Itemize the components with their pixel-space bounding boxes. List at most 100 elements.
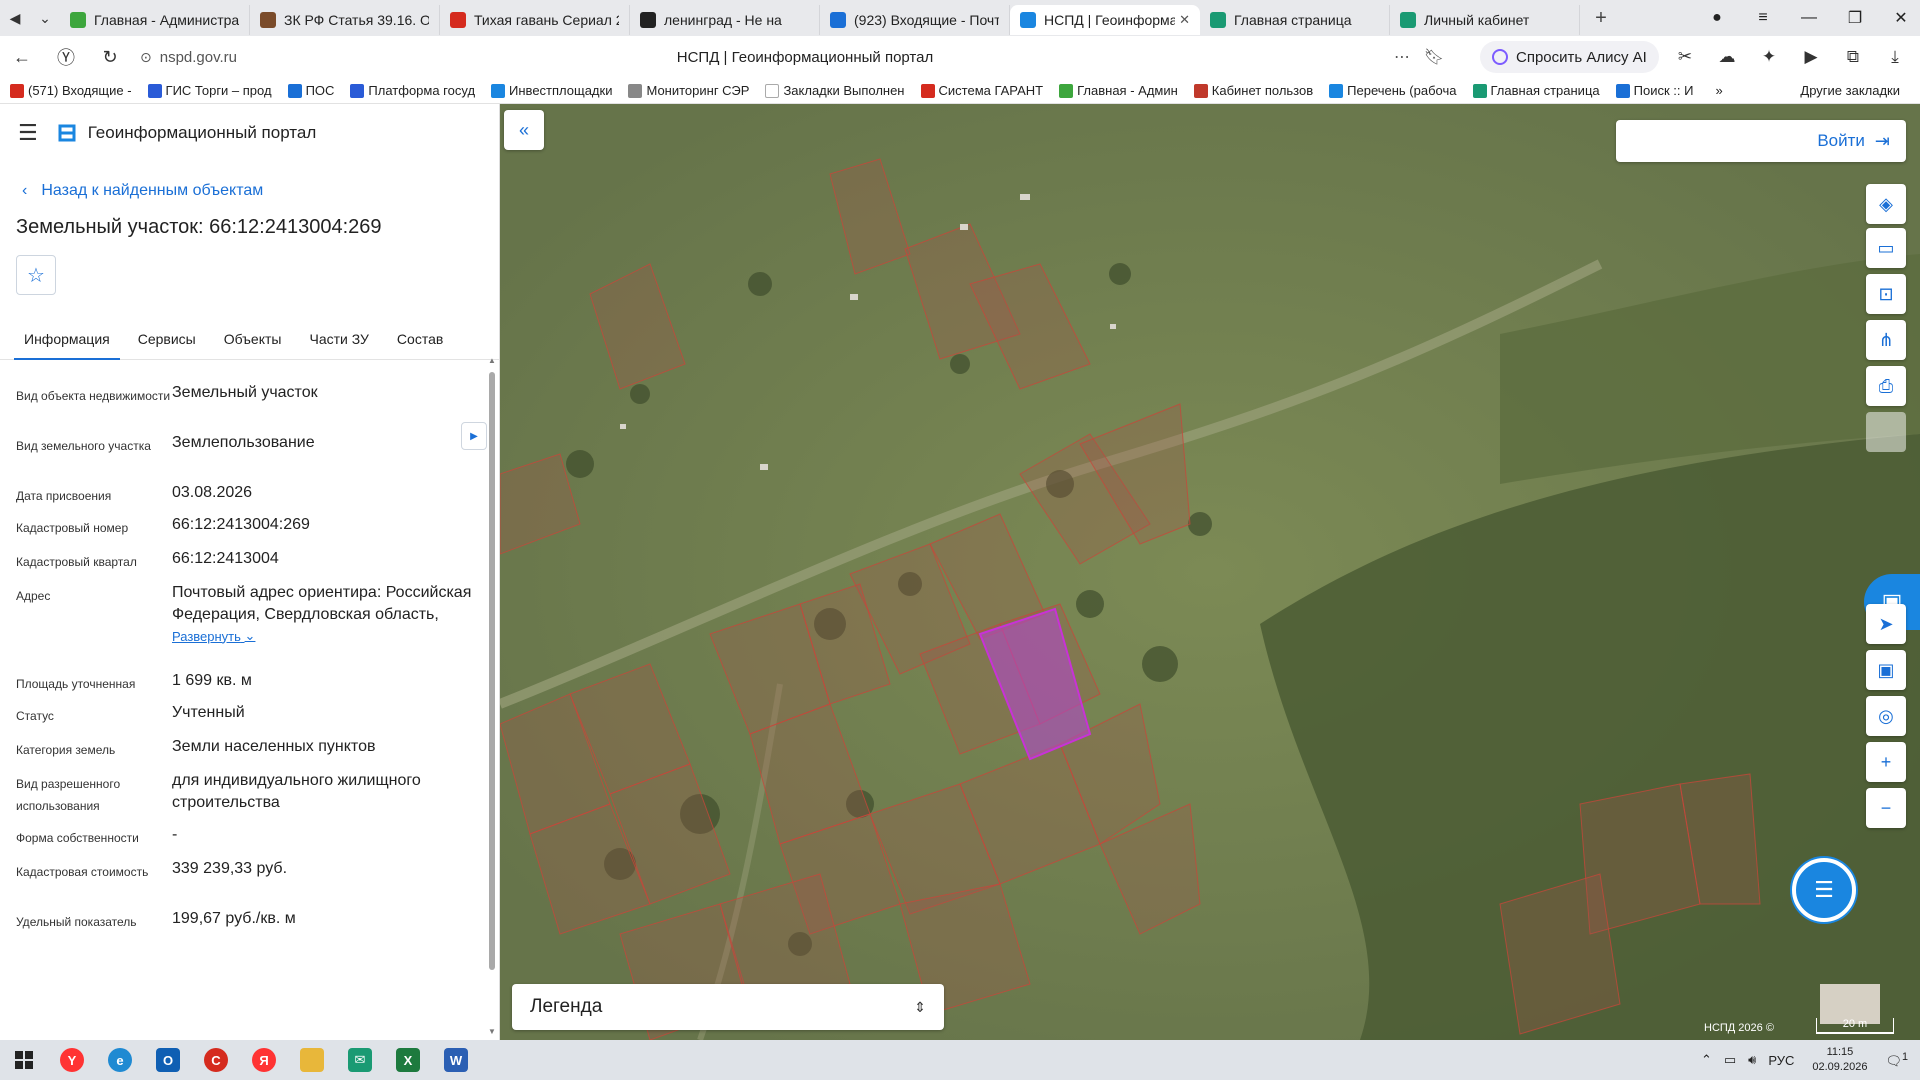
reload-icon[interactable]: ↻ bbox=[88, 37, 132, 77]
play-icon[interactable]: ▶ bbox=[1790, 42, 1832, 72]
url-field[interactable]: ⊙ nspd.gov.ru НСПД | Геоинформационный п… bbox=[140, 41, 1470, 73]
map-view[interactable]: « Войти ⇥ ◈ ▭ ⊡ ⋔ ⎙ ▣ ➤ ▣ ◎ + − ☰ Легенд… bbox=[500, 104, 1920, 1040]
close-window-icon[interactable]: ✕ bbox=[1878, 8, 1920, 28]
tab-title: Личный кабинет bbox=[1424, 12, 1530, 28]
scissors-icon[interactable]: ✂ bbox=[1664, 42, 1706, 72]
ask-alice-label: Спросить Алису AI bbox=[1516, 48, 1647, 66]
menu-icon[interactable]: ≡ bbox=[1740, 9, 1786, 27]
yandex-icon[interactable]: Ⓨ bbox=[44, 37, 88, 77]
login-label: Войти bbox=[1817, 131, 1865, 150]
bookmark-item[interactable]: Платформа госуд bbox=[350, 83, 475, 98]
zoom-out-icon[interactable]: − bbox=[1866, 788, 1906, 828]
other-bookmarks[interactable]: Другие закладки bbox=[1800, 83, 1900, 98]
minimize-icon[interactable]: — bbox=[1786, 9, 1832, 27]
panel-tab[interactable]: Сервисы bbox=[128, 331, 206, 359]
zoom-in-icon[interactable]: + bbox=[1866, 742, 1906, 782]
word-icon[interactable]: W bbox=[432, 1040, 480, 1080]
yandex-browser-icon[interactable]: Y bbox=[48, 1040, 96, 1080]
bookmarks-overflow-icon[interactable]: » bbox=[1715, 83, 1722, 98]
notifications-count: 1 bbox=[1901, 1050, 1908, 1063]
tabs-dropdown-icon[interactable]: ⌄ bbox=[30, 4, 60, 32]
browser-tab[interactable]: ЗК РФ Статья 39.16. Осн bbox=[250, 5, 440, 35]
satellite-map[interactable] bbox=[500, 104, 1920, 1040]
bookmark-item[interactable]: Инвестплощадки bbox=[491, 83, 612, 98]
panel-tab[interactable]: Состав bbox=[387, 331, 453, 359]
outlook-icon[interactable]: O bbox=[144, 1040, 192, 1080]
network-icon[interactable]: ▭ bbox=[1724, 1052, 1736, 1068]
collapse-panel-button[interactable]: « bbox=[504, 110, 544, 150]
ask-alice-button[interactable]: Спросить Алису AI bbox=[1480, 41, 1659, 73]
area-select-icon[interactable]: ⊡ bbox=[1866, 274, 1906, 314]
close-tab-icon[interactable]: ✕ bbox=[1179, 12, 1190, 28]
bookmark-item[interactable]: ПОС bbox=[287, 83, 334, 98]
portal-name: Геоинформационный портал bbox=[87, 123, 317, 142]
panel-tab[interactable]: Объекты bbox=[214, 331, 292, 359]
ruler-icon[interactable]: ▭ bbox=[1866, 228, 1906, 268]
bookmark-item[interactable]: (571) Входящие - bbox=[10, 83, 132, 98]
property-key: Площадь уточненная bbox=[16, 677, 136, 691]
sound-icon[interactable]: ◀︎ bbox=[0, 4, 30, 32]
new-tab-button[interactable]: + bbox=[1586, 3, 1616, 33]
panel-tab[interactable]: Части ЗУ bbox=[299, 331, 378, 359]
expand-address-link[interactable]: Развернуть ⌄ bbox=[172, 628, 255, 644]
cloud-icon[interactable]: ☁ bbox=[1706, 42, 1748, 72]
scrollbar[interactable]: ▲ ▼ bbox=[487, 356, 497, 1036]
back-icon[interactable]: ← bbox=[0, 37, 44, 77]
browser-tab[interactable]: Главная - Администрац bbox=[60, 5, 250, 35]
favorite-star-button[interactable]: ☆ bbox=[16, 255, 56, 295]
browser-tab[interactable]: Тихая гавань Сериал 20 bbox=[440, 5, 630, 35]
share-icon[interactable]: ⋔ bbox=[1866, 320, 1906, 360]
login-button[interactable]: Войти ⇥ bbox=[1616, 120, 1906, 162]
collections-icon[interactable]: ⧉ bbox=[1832, 42, 1874, 72]
browser-tab[interactable]: Личный кабинет bbox=[1390, 5, 1580, 35]
yandex-icon-taskbar[interactable]: Я bbox=[240, 1040, 288, 1080]
bookmark-item[interactable]: Система ГАРАНТ bbox=[920, 83, 1043, 98]
print-icon[interactable]: ⎙ bbox=[1866, 366, 1906, 406]
explorer-icon[interactable] bbox=[288, 1040, 336, 1080]
bookmark-item[interactable]: Поиск :: И bbox=[1615, 83, 1693, 98]
language-indicator[interactable]: РУС bbox=[1768, 1053, 1794, 1068]
bookmark-item[interactable]: Закладки Выполнен bbox=[765, 83, 905, 98]
locate-icon[interactable]: ➤ bbox=[1866, 604, 1906, 644]
bookmark-item[interactable]: Главная - Админ bbox=[1059, 83, 1178, 98]
notifications-icon[interactable]: 🗨︎1 bbox=[1885, 1051, 1908, 1069]
profile-icon[interactable]: ● bbox=[1694, 9, 1740, 27]
restore-icon[interactable]: ❐ bbox=[1832, 8, 1878, 28]
volume-icon[interactable]: 🔊︎ bbox=[1748, 1052, 1756, 1068]
panel-tab[interactable]: Информация bbox=[14, 331, 120, 360]
bookmark-favicon-icon bbox=[1059, 83, 1074, 98]
more-icon[interactable]: ⋯ bbox=[1394, 47, 1410, 67]
minimap-icon[interactable]: ▣ bbox=[1866, 650, 1906, 690]
puzzle-icon[interactable]: ✦ bbox=[1748, 42, 1790, 72]
search-location-icon[interactable]: ◎ bbox=[1866, 696, 1906, 736]
windows-start-icon[interactable] bbox=[0, 1040, 48, 1080]
browser-tab[interactable]: (923) Входящие - Почта bbox=[820, 5, 1010, 35]
download-icon[interactable]: ⤓ bbox=[1874, 42, 1916, 72]
bookmark-item[interactable]: Перечень (рабоча bbox=[1329, 83, 1457, 98]
c-app-icon[interactable]: C bbox=[192, 1040, 240, 1080]
scrollbar-thumb[interactable] bbox=[489, 372, 495, 970]
bookmark-label: Мониторинг СЭР bbox=[646, 83, 750, 98]
excel-icon[interactable]: X bbox=[384, 1040, 432, 1080]
bookmark-item[interactable]: Главная страница bbox=[1472, 83, 1600, 98]
clock[interactable]: 11:15 02.09.2026 bbox=[1812, 1045, 1867, 1075]
browser-tab[interactable]: ленинград - Не на bbox=[630, 5, 820, 35]
bookmark-favicon-icon bbox=[1615, 83, 1630, 98]
back-to-results-link[interactable]: ‹ Назад к найденным объектам bbox=[22, 182, 499, 200]
messenger-icon[interactable]: ✉ bbox=[336, 1040, 384, 1080]
browser-tab[interactable]: НСПД | Геоинформац ✕ bbox=[1010, 5, 1200, 35]
bookmark-item[interactable]: Кабинет пользов bbox=[1193, 83, 1313, 98]
tray-chevron-icon[interactable]: ⌃ bbox=[1701, 1052, 1712, 1068]
browser-tab[interactable]: Главная страница bbox=[1200, 5, 1390, 35]
bookmark-item[interactable]: ГИС Торги – прод bbox=[147, 83, 272, 98]
tab-favicon-icon bbox=[70, 12, 86, 28]
legend-toggle[interactable]: Легенда ⇕ bbox=[512, 984, 944, 1030]
bookmark-favicon-icon bbox=[491, 83, 506, 98]
edge-icon[interactable]: e bbox=[96, 1040, 144, 1080]
property-row: Кадастровый номер 66:12:2413004:269 bbox=[16, 514, 476, 539]
bookmark-icon[interactable]: 🔖︎ bbox=[1424, 47, 1444, 67]
layers-icon[interactable]: ◈ bbox=[1866, 184, 1906, 224]
chat-button[interactable]: ☰ bbox=[1792, 858, 1856, 922]
menu-burger-icon[interactable]: ☰ bbox=[18, 120, 38, 146]
bookmark-item[interactable]: Мониторинг СЭР bbox=[628, 83, 749, 98]
